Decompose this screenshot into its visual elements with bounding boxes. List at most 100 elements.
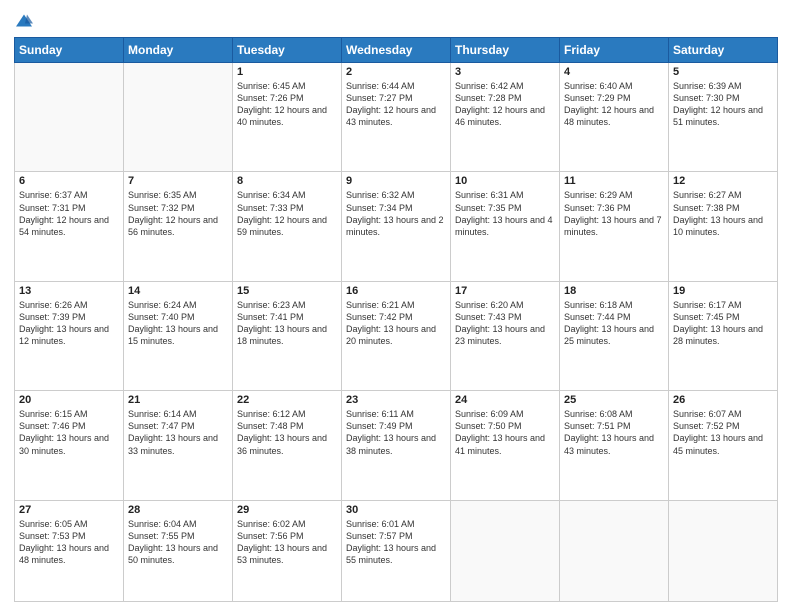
calendar-cell: 8Sunrise: 6:34 AM Sunset: 7:33 PM Daylig… — [233, 172, 342, 281]
day-number: 2 — [346, 66, 446, 78]
day-info: Sunrise: 6:08 AM Sunset: 7:51 PM Dayligh… — [564, 408, 664, 457]
day-number: 15 — [237, 285, 337, 297]
day-info: Sunrise: 6:07 AM Sunset: 7:52 PM Dayligh… — [673, 408, 773, 457]
calendar-header-row: SundayMondayTuesdayWednesdayThursdayFrid… — [15, 38, 778, 63]
day-number: 29 — [237, 504, 337, 516]
day-number: 13 — [19, 285, 119, 297]
calendar-cell: 10 Sunrise: 6:31 AM Sunset: 7:35 PM Dayli… — [451, 172, 560, 281]
day-info: Sunrise: 6:32 AM Sunset: 7:34 PM Dayligh… — [346, 189, 446, 238]
calendar-cell: 7Sunrise: 6:35 AM Sunset: 7:32 PM Daylig… — [124, 172, 233, 281]
day-number: 28 — [128, 504, 228, 516]
day-info: Sunrise: 6:40 AM Sunset: 7:29 PM Dayligh… — [564, 80, 664, 129]
day-number: 3 — [455, 66, 555, 78]
day-number: 25 — [564, 394, 664, 406]
day-number: 7 — [128, 175, 228, 187]
day-info: Sunrise: 6:45 AM Sunset: 7:26 PM Dayligh… — [237, 80, 337, 129]
day-info: Sunrise: 6:23 AM Sunset: 7:41 PM Dayligh… — [237, 299, 337, 348]
calendar-cell: 29 Sunrise: 6:02 AM Sunset: 7:56 PM Dayli… — [233, 500, 342, 601]
calendar-week-1: 1 Sunrise: 6:45 AM Sunset: 7:26 PM Daylig… — [15, 63, 778, 172]
calendar-cell: 19 Sunrise: 6:17 AM Sunset: 7:45 PM Dayli… — [669, 281, 778, 390]
weekday-header-sunday: Sunday — [15, 38, 124, 63]
day-number: 14 — [128, 285, 228, 297]
calendar-cell: 5Sunrise: 6:39 AM Sunset: 7:30 PM Daylig… — [669, 63, 778, 172]
day-info: Sunrise: 6:09 AM Sunset: 7:50 PM Dayligh… — [455, 408, 555, 457]
calendar-cell: 26 Sunrise: 6:07 AM Sunset: 7:52 PM Dayli… — [669, 391, 778, 500]
calendar-week-4: 20 Sunrise: 6:15 AM Sunset: 7:46 PM Dayli… — [15, 391, 778, 500]
calendar-cell: 17 Sunrise: 6:20 AM Sunset: 7:43 PM Dayli… — [451, 281, 560, 390]
calendar-cell — [124, 63, 233, 172]
day-number: 19 — [673, 285, 773, 297]
calendar-cell: 27 Sunrise: 6:05 AM Sunset: 7:53 PM Dayli… — [15, 500, 124, 601]
calendar-cell: 22 Sunrise: 6:12 AM Sunset: 7:48 PM Dayli… — [233, 391, 342, 500]
day-info: Sunrise: 6:42 AM Sunset: 7:28 PM Dayligh… — [455, 80, 555, 129]
day-number: 4 — [564, 66, 664, 78]
calendar-cell: 30 Sunrise: 6:01 AM Sunset: 7:57 PM Dayli… — [342, 500, 451, 601]
calendar-cell — [451, 500, 560, 601]
day-number: 24 — [455, 394, 555, 406]
logo-icon — [15, 12, 33, 30]
day-info: Sunrise: 6:02 AM Sunset: 7:56 PM Dayligh… — [237, 518, 337, 567]
calendar-cell: 25 Sunrise: 6:08 AM Sunset: 7:51 PM Dayli… — [560, 391, 669, 500]
day-number: 17 — [455, 285, 555, 297]
day-number: 27 — [19, 504, 119, 516]
calendar-cell: 15 Sunrise: 6:23 AM Sunset: 7:41 PM Dayli… — [233, 281, 342, 390]
day-info: Sunrise: 6:01 AM Sunset: 7:57 PM Dayligh… — [346, 518, 446, 567]
day-number: 16 — [346, 285, 446, 297]
weekday-header-saturday: Saturday — [669, 38, 778, 63]
day-number: 18 — [564, 285, 664, 297]
weekday-header-tuesday: Tuesday — [233, 38, 342, 63]
weekday-header-friday: Friday — [560, 38, 669, 63]
calendar-cell: 18 Sunrise: 6:18 AM Sunset: 7:44 PM Dayli… — [560, 281, 669, 390]
day-info: Sunrise: 6:20 AM Sunset: 7:43 PM Dayligh… — [455, 299, 555, 348]
day-number: 21 — [128, 394, 228, 406]
weekday-header-thursday: Thursday — [451, 38, 560, 63]
day-number: 12 — [673, 175, 773, 187]
day-number: 9 — [346, 175, 446, 187]
calendar-cell — [15, 63, 124, 172]
day-info: Sunrise: 6:05 AM Sunset: 7:53 PM Dayligh… — [19, 518, 119, 567]
day-number: 6 — [19, 175, 119, 187]
day-info: Sunrise: 6:31 AM Sunset: 7:35 PM Dayligh… — [455, 189, 555, 238]
calendar-cell: 20 Sunrise: 6:15 AM Sunset: 7:46 PM Dayli… — [15, 391, 124, 500]
calendar-cell: 1 Sunrise: 6:45 AM Sunset: 7:26 PM Daylig… — [233, 63, 342, 172]
day-number: 11 — [564, 175, 664, 187]
day-number: 8 — [237, 175, 337, 187]
day-number: 20 — [19, 394, 119, 406]
day-number: 1 — [237, 66, 337, 78]
day-number: 26 — [673, 394, 773, 406]
calendar-cell: 12Sunrise: 6:27 AM Sunset: 7:38 PM Dayli… — [669, 172, 778, 281]
day-info: Sunrise: 6:12 AM Sunset: 7:48 PM Dayligh… — [237, 408, 337, 457]
calendar-body: 1 Sunrise: 6:45 AM Sunset: 7:26 PM Daylig… — [15, 63, 778, 602]
calendar-cell: 24 Sunrise: 6:09 AM Sunset: 7:50 PM Dayli… — [451, 391, 560, 500]
calendar-cell: 16 Sunrise: 6:21 AM Sunset: 7:42 PM Dayli… — [342, 281, 451, 390]
calendar-week-3: 13 Sunrise: 6:26 AM Sunset: 7:39 PM Dayli… — [15, 281, 778, 390]
calendar-cell: 4 Sunrise: 6:40 AM Sunset: 7:29 PM Daylig… — [560, 63, 669, 172]
day-info: Sunrise: 6:29 AM Sunset: 7:36 PM Dayligh… — [564, 189, 664, 238]
day-number: 22 — [237, 394, 337, 406]
calendar-cell: 9 Sunrise: 6:32 AM Sunset: 7:34 PM Daylig… — [342, 172, 451, 281]
day-number: 23 — [346, 394, 446, 406]
day-info: Sunrise: 6:15 AM Sunset: 7:46 PM Dayligh… — [19, 408, 119, 457]
day-info: Sunrise: 6:17 AM Sunset: 7:45 PM Dayligh… — [673, 299, 773, 348]
calendar-cell: 28 Sunrise: 6:04 AM Sunset: 7:55 PM Dayli… — [124, 500, 233, 601]
day-info: Sunrise: 6:04 AM Sunset: 7:55 PM Dayligh… — [128, 518, 228, 567]
calendar-cell: 13 Sunrise: 6:26 AM Sunset: 7:39 PM Dayli… — [15, 281, 124, 390]
day-info: Sunrise: 6:44 AM Sunset: 7:27 PM Dayligh… — [346, 80, 446, 129]
calendar-cell: 21 Sunrise: 6:14 AM Sunset: 7:47 PM Dayli… — [124, 391, 233, 500]
calendar-table: SundayMondayTuesdayWednesdayThursdayFrid… — [14, 37, 778, 602]
day-info: Sunrise: 6:26 AM Sunset: 7:39 PM Dayligh… — [19, 299, 119, 348]
day-info: Sunrise: 6:21 AM Sunset: 7:42 PM Dayligh… — [346, 299, 446, 348]
weekday-header-monday: Monday — [124, 38, 233, 63]
day-info: Sunrise: 6:37 AM Sunset: 7:31 PM Dayligh… — [19, 189, 119, 238]
day-info: Sunrise: 6:14 AM Sunset: 7:47 PM Dayligh… — [128, 408, 228, 457]
calendar-cell — [560, 500, 669, 601]
day-number: 30 — [346, 504, 446, 516]
day-info: Sunrise: 6:18 AM Sunset: 7:44 PM Dayligh… — [564, 299, 664, 348]
calendar-cell: 2 Sunrise: 6:44 AM Sunset: 7:27 PM Daylig… — [342, 63, 451, 172]
calendar-week-2: 6 Sunrise: 6:37 AM Sunset: 7:31 PM Daylig… — [15, 172, 778, 281]
day-info: Sunrise: 6:39 AM Sunset: 7:30 PM Dayligh… — [673, 80, 773, 129]
calendar-cell: 3 Sunrise: 6:42 AM Sunset: 7:28 PM Daylig… — [451, 63, 560, 172]
day-number: 10 — [455, 175, 555, 187]
calendar-cell: 6 Sunrise: 6:37 AM Sunset: 7:31 PM Daylig… — [15, 172, 124, 281]
day-info: Sunrise: 6:11 AM Sunset: 7:49 PM Dayligh… — [346, 408, 446, 457]
